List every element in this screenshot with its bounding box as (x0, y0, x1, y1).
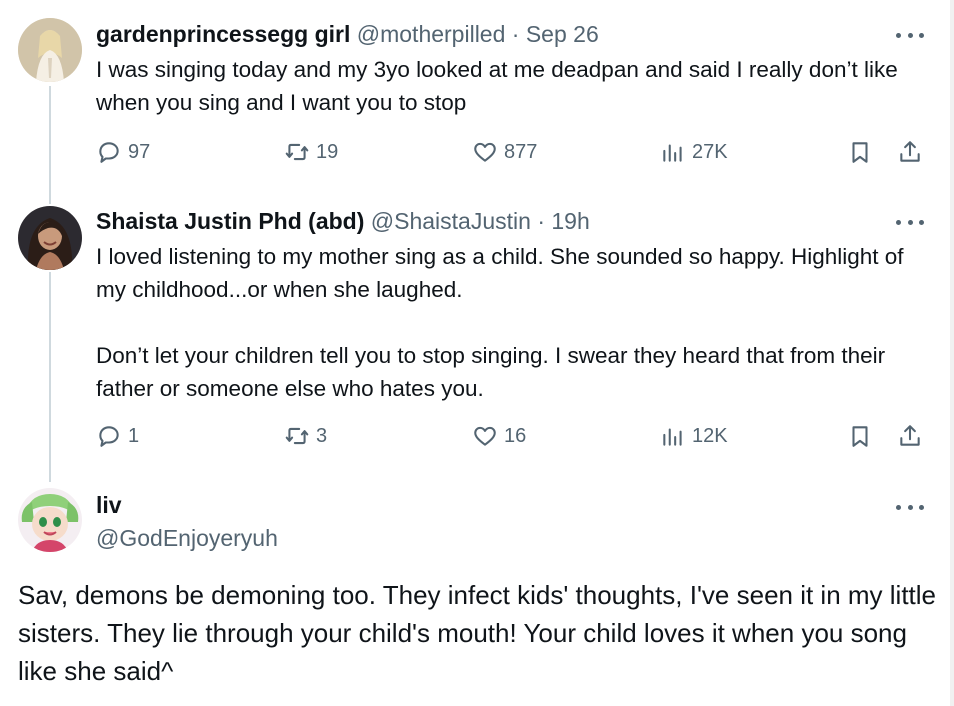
reply-icon (99, 142, 119, 163)
more-icon[interactable] (896, 29, 924, 41)
reply-count: 1 (128, 424, 140, 447)
user-handle[interactable]: @ShaistaJustin (371, 208, 531, 234)
heart-icon (474, 142, 496, 162)
tweet-text: I was singing today and my 3yo looked at… (96, 53, 936, 119)
views-button[interactable]: 12K (660, 421, 728, 451)
tweet-header: gardenprincessegg girl @motherpilled · S… (96, 19, 599, 49)
more-icon[interactable] (896, 501, 924, 513)
repost-button[interactable]: 19 (284, 137, 338, 167)
share-button[interactable] (897, 421, 929, 451)
thread-line (49, 86, 51, 204)
display-name[interactable]: gardenprincessegg girl (96, 21, 350, 47)
share-button[interactable] (897, 137, 929, 167)
tweet-paragraph: Don’t let your children tell you to stop… (96, 343, 886, 401)
action-bar: 97 19 877 27K (96, 137, 926, 167)
reply-button[interactable]: 1 (96, 421, 139, 451)
tweet-text: Sav, demons be demoning too. They infect… (18, 580, 937, 686)
views-button[interactable]: 27K (660, 137, 728, 167)
action-bar: 1 3 16 12K (96, 421, 926, 451)
avatar[interactable] (18, 206, 82, 270)
repost-button[interactable]: 3 (284, 421, 327, 451)
timestamp[interactable]: 19h (551, 208, 589, 234)
display-name[interactable]: liv (96, 490, 122, 520)
reply-button[interactable]: 97 (96, 137, 150, 167)
avatar[interactable] (18, 18, 82, 82)
thread-line (49, 272, 51, 482)
reply-count: 97 (128, 140, 151, 163)
like-button[interactable]: 877 (472, 137, 537, 167)
timestamp[interactable]: Sep 26 (526, 21, 599, 47)
share-icon (900, 141, 920, 162)
bookmark-button[interactable] (847, 421, 879, 451)
like-button[interactable]: 16 (472, 421, 526, 451)
tweet-text: I loved listening to my mother sing as a… (96, 240, 936, 405)
display-name[interactable]: Shaista Justin Phd (abd) (96, 208, 364, 234)
repost-icon (285, 427, 309, 445)
separator-dot: · (537, 208, 545, 234)
more-icon[interactable] (896, 216, 924, 228)
view-count: 12K (692, 424, 728, 447)
views-chart-icon (663, 428, 682, 446)
heart-icon (474, 426, 496, 446)
user-handle[interactable]: @motherpilled (357, 21, 506, 47)
user-handle[interactable]: @GodEnjoyeryuh (96, 523, 278, 553)
tweet-header: Shaista Justin Phd (abd) @ShaistaJustin … (96, 206, 590, 236)
scrollbar[interactable] (950, 0, 954, 706)
tweet-paragraph: I was singing today and my 3yo looked at… (96, 57, 898, 115)
bookmark-icon (852, 426, 868, 447)
view-count: 27K (692, 140, 728, 163)
separator-dot: · (511, 21, 520, 47)
reply-icon (99, 426, 119, 447)
views-chart-icon (663, 144, 682, 162)
avatar[interactable] (18, 488, 82, 552)
repost-count: 19 (316, 140, 339, 163)
bookmark-icon (852, 142, 868, 163)
share-icon (900, 425, 920, 446)
tweet-paragraph: I loved listening to my mother sing as a… (96, 244, 904, 302)
repost-icon (285, 143, 309, 161)
like-count: 877 (504, 140, 538, 163)
like-count: 16 (504, 424, 527, 447)
bookmark-button[interactable] (847, 137, 879, 167)
repost-count: 3 (316, 424, 328, 447)
